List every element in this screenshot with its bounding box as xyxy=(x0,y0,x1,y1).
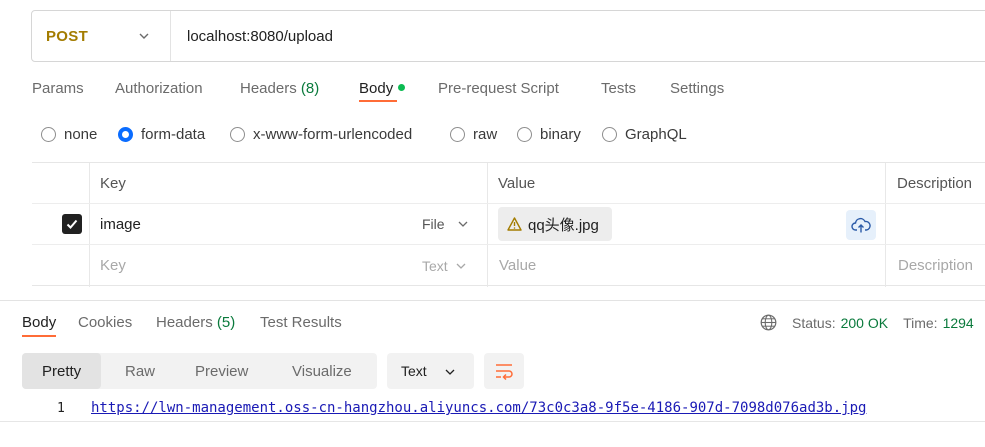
new-key-input[interactable]: Key xyxy=(100,257,126,274)
radio-label: GraphQL xyxy=(625,126,687,143)
tab-pre-request-script[interactable]: Pre-request Script xyxy=(438,80,559,97)
tab-label: Headers xyxy=(240,80,297,97)
response-tab-test-results[interactable]: Test Results xyxy=(260,314,342,331)
row-type-label: File xyxy=(422,216,445,232)
file-chip[interactable]: qq头像.jpg xyxy=(498,207,612,241)
chevron-down-icon xyxy=(445,369,455,375)
response-format-select[interactable]: Text xyxy=(387,353,474,389)
upload-file-button[interactable] xyxy=(846,210,876,240)
radio-x-www-form-urlencoded[interactable]: x-www-form-urlencoded xyxy=(230,126,412,143)
tab-label: Tests xyxy=(601,80,637,97)
view-label: Pretty xyxy=(42,362,82,380)
radio-none[interactable]: none xyxy=(41,126,97,143)
radio-label: none xyxy=(64,126,98,143)
tab-label: Headers xyxy=(156,314,213,331)
line-number: 1 xyxy=(57,401,65,416)
view-raw[interactable]: Raw xyxy=(125,353,155,389)
url-input[interactable] xyxy=(171,11,985,61)
row-type-select[interactable]: File xyxy=(422,216,469,232)
warning-icon xyxy=(507,217,522,231)
file-name: qq头像.jpg xyxy=(528,216,599,234)
chevron-down-icon xyxy=(456,263,466,269)
tab-tests[interactable]: Tests xyxy=(601,80,636,97)
wrap-lines-button[interactable] xyxy=(484,353,524,389)
request-url-bar: POST xyxy=(31,10,985,62)
tab-headers[interactable]: Headers (8) xyxy=(240,80,319,97)
row-enabled-checkbox[interactable] xyxy=(62,214,82,234)
new-description-input[interactable]: Description xyxy=(898,257,973,274)
radio-circle xyxy=(41,127,56,142)
radio-label: form-data xyxy=(141,126,206,143)
response-code-line: 1 https://lwn-management.oss-cn-hangzhou… xyxy=(0,397,985,422)
view-label: Preview xyxy=(195,362,249,380)
radio-binary[interactable]: binary xyxy=(517,126,581,143)
radio-circle xyxy=(602,127,617,142)
column-header-description: Description xyxy=(897,175,973,192)
tab-body[interactable]: Body xyxy=(359,80,406,102)
chevron-down-icon xyxy=(139,33,149,39)
view-label: Raw xyxy=(125,362,156,380)
active-tab-underline xyxy=(22,335,57,337)
method-selector[interactable]: POST xyxy=(32,11,171,61)
table-row: image File qq头像.jpg xyxy=(32,204,985,245)
tab-label: Authorization xyxy=(115,80,203,97)
time-label: Time: xyxy=(903,314,938,331)
radio-label: binary xyxy=(540,126,581,143)
tab-label: Cookies xyxy=(78,314,133,331)
radio-form-data[interactable]: form-data xyxy=(118,126,205,143)
table-header-row: Key Value Description xyxy=(32,163,985,204)
radio-circle xyxy=(450,127,465,142)
method-label: POST xyxy=(46,27,89,45)
chevron-down-icon xyxy=(458,221,468,227)
status-label: Status: xyxy=(792,314,836,331)
tab-label: Test Results xyxy=(260,314,342,331)
checkmark-icon xyxy=(66,219,78,229)
response-tab-headers[interactable]: Headers (5) xyxy=(156,314,235,331)
tab-label: Pre-request Script xyxy=(438,80,559,97)
view-pretty[interactable]: Pretty xyxy=(22,353,102,389)
time-value[interactable]: 1294 xyxy=(943,315,974,331)
tab-label: Body xyxy=(359,80,394,97)
active-tab-underline xyxy=(359,100,398,102)
view-label: Visualize xyxy=(292,362,352,380)
view-visualize[interactable]: Visualize xyxy=(292,353,352,389)
radio-circle xyxy=(230,127,245,142)
tab-label: Settings xyxy=(670,80,725,97)
radio-label: raw xyxy=(473,126,498,143)
section-divider xyxy=(0,300,985,301)
tab-settings[interactable]: Settings xyxy=(670,80,724,97)
view-preview[interactable]: Preview xyxy=(195,353,248,389)
form-data-table: Key Value Description image File qq头像.jp… xyxy=(32,162,985,287)
new-type-label: Text xyxy=(422,258,448,274)
table-row-empty: Key Text Value Description xyxy=(32,245,985,286)
radio-circle xyxy=(517,127,532,142)
radio-raw[interactable]: raw xyxy=(450,126,497,143)
new-type-select[interactable]: Text xyxy=(422,258,467,274)
format-label: Text xyxy=(401,363,427,379)
wrap-lines-icon xyxy=(496,364,513,380)
cloud-upload-icon xyxy=(851,217,871,233)
response-tab-cookies[interactable]: Cookies xyxy=(78,314,132,331)
globe-icon[interactable] xyxy=(760,314,777,331)
row-key-input[interactable]: image xyxy=(100,216,141,233)
response-tab-body[interactable]: Body xyxy=(22,314,57,337)
tab-authorization[interactable]: Authorization xyxy=(115,80,203,97)
radio-circle-checked xyxy=(118,127,133,142)
status-value[interactable]: 200 OK xyxy=(841,315,888,331)
headers-count: (8) xyxy=(300,80,320,97)
tab-label: Params xyxy=(32,80,84,97)
response-status: Status: 200 OK Time: 1294 xyxy=(760,314,974,331)
response-view-modes: Pretty Raw Preview Visualize xyxy=(22,353,377,389)
column-header-value: Value xyxy=(498,175,536,192)
radio-graphql[interactable]: GraphQL xyxy=(602,126,687,143)
new-value-input[interactable]: Value xyxy=(499,257,536,274)
response-url-link[interactable]: https://lwn-management.oss-cn-hangzhou.a… xyxy=(91,400,866,416)
column-header-key: Key xyxy=(100,175,126,192)
headers-count: (5) xyxy=(216,314,236,331)
body-indicator-dot xyxy=(398,84,406,91)
tab-label: Body xyxy=(22,314,57,331)
radio-label: x-www-form-urlencoded xyxy=(253,126,413,143)
tab-params[interactable]: Params xyxy=(32,80,84,97)
